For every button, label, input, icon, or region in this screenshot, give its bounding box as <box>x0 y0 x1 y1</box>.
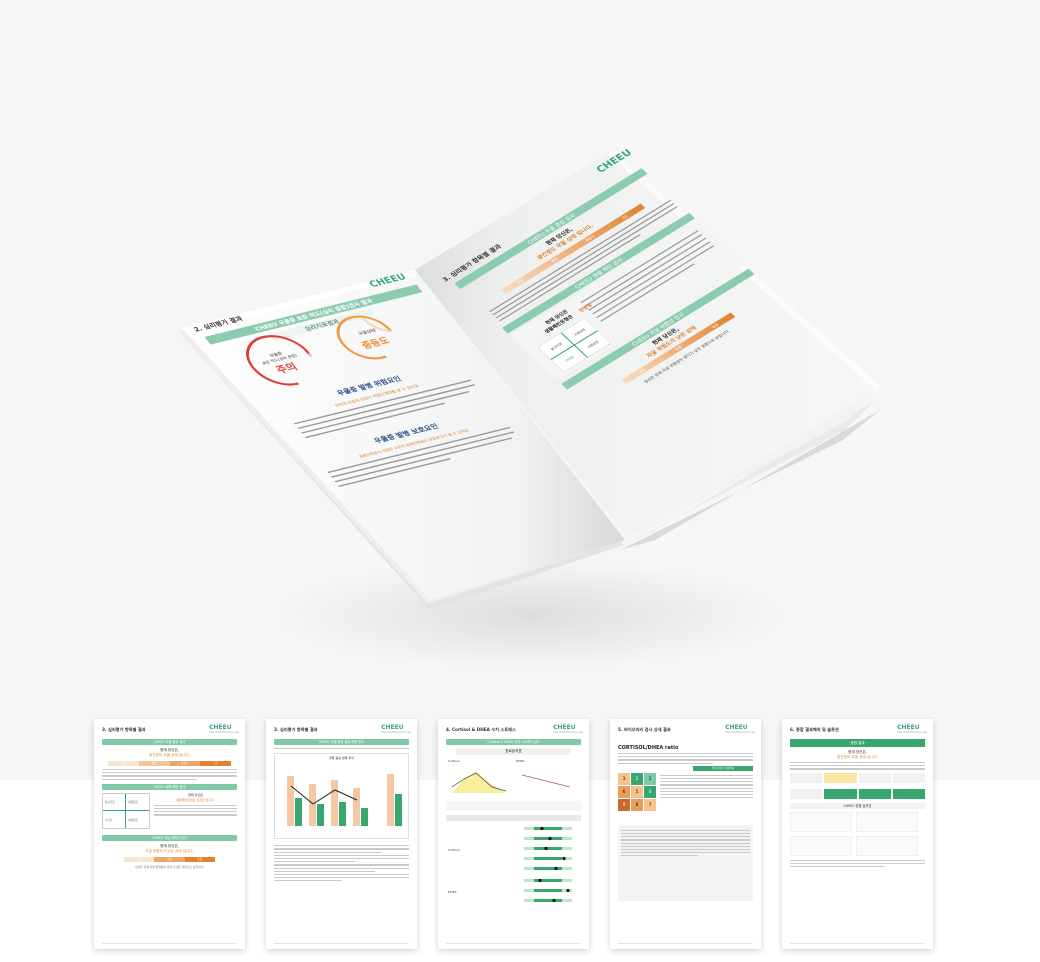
thumbnail-page-5: 6. 종합 결과해석 및 솔루션 CHEEU Your emotional jou… <box>782 719 933 949</box>
svg-text:DHEA: DHEA <box>448 890 457 894</box>
open-booklet: 2. 심리평가 결과 CHEEU CHEEU 우울증 표준 척도(심리 종합)검… <box>178 148 880 610</box>
thumb-bar-chart: 우울 증상 변화 추이 <box>274 753 409 840</box>
thumb-scale: 정상 경도 중등도 고도 <box>108 761 231 766</box>
svg-text:Cortisol: Cortisol <box>448 848 460 852</box>
thumb-line-charts: Cortisol DHEA <box>446 757 581 797</box>
thumbnail-page-4: 5. 바이오마커 검사 상세 결과 CHEEU Your emotional jo… <box>610 719 761 949</box>
svg-text:Cortisol: Cortisol <box>448 759 460 763</box>
thumbnail-page-2: 3. 심리평가 항목별 결과 CHEEU Your emotional journ… <box>266 719 417 949</box>
thumb-logo: CHEEU Your emotional journey <box>209 724 239 734</box>
thumb-matrix: 3 2 1 6 5 4 9 8 7 <box>618 772 656 811</box>
thumb-range-table: Cortisol DHEA <box>446 815 581 903</box>
svg-text:DHEA: DHEA <box>516 759 525 763</box>
product-mockup-stage: 2. 심리평가 결과 CHEEU CHEEU 우울증 표준 척도(심리 종합)검… <box>0 0 1040 780</box>
thumbnail-page-1: 3. 심리평가 항목별 결과 CHEEU Your emotional journ… <box>94 719 245 949</box>
thumbnail-page-3: 4. Cortisol & DHEA 수치 스트레스 CHEEU Your emo… <box>438 719 589 949</box>
